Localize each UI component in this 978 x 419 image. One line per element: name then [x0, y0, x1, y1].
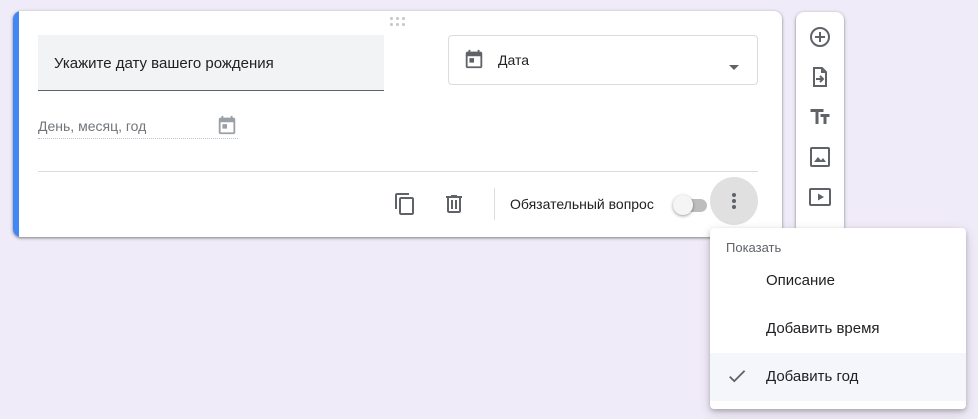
calendar-icon — [216, 114, 238, 141]
duplicate-button[interactable] — [388, 187, 422, 221]
copy-icon — [395, 193, 414, 215]
add-video-icon[interactable] — [808, 185, 832, 209]
calendar-icon — [463, 48, 485, 75]
date-placeholder: День, месяц, год — [38, 118, 147, 134]
active-card-indicator — [13, 11, 19, 237]
footer-vertical-divider — [494, 188, 495, 220]
menu-item-add-time[interactable]: Добавить время — [710, 305, 966, 353]
menu-header: Показать — [726, 240, 782, 255]
question-title-input[interactable]: Укажите дату вашего рождения — [38, 35, 384, 91]
delete-button[interactable] — [437, 187, 471, 221]
question-card[interactable]: Укажите дату вашего рождения Дата День, … — [13, 11, 782, 237]
more-options-button[interactable] — [710, 177, 758, 225]
question-title-text: Укажите дату вашего рождения — [54, 55, 274, 72]
dropdown-arrow-icon — [729, 57, 739, 75]
import-questions-icon[interactable] — [808, 65, 832, 89]
menu-item-add-year[interactable]: Добавить год — [710, 353, 966, 401]
add-title-icon[interactable] — [808, 105, 832, 129]
drag-handle-icon[interactable] — [390, 17, 406, 27]
date-answer-preview: День, месяц, год — [38, 112, 238, 139]
menu-item-description[interactable]: Описание — [710, 257, 966, 305]
add-question-icon[interactable] — [808, 25, 832, 49]
menu-item-label: Добавить год — [766, 368, 859, 385]
more-vert-icon — [732, 193, 736, 209]
required-label: Обязательный вопрос — [510, 196, 654, 212]
menu-item-label: Описание — [766, 272, 836, 289]
add-image-icon[interactable] — [808, 145, 832, 169]
required-toggle[interactable] — [673, 195, 711, 215]
toggle-knob — [673, 195, 693, 215]
side-toolbar — [796, 12, 844, 237]
show-options-menu: Показать Описание Добавить время Добавит… — [710, 228, 966, 409]
trash-icon — [446, 195, 462, 213]
footer-divider — [38, 171, 758, 172]
question-type-select[interactable]: Дата — [448, 35, 758, 85]
menu-item-label: Добавить время — [766, 320, 880, 337]
checkmark-icon — [726, 365, 748, 392]
question-type-label: Дата — [498, 52, 530, 68]
